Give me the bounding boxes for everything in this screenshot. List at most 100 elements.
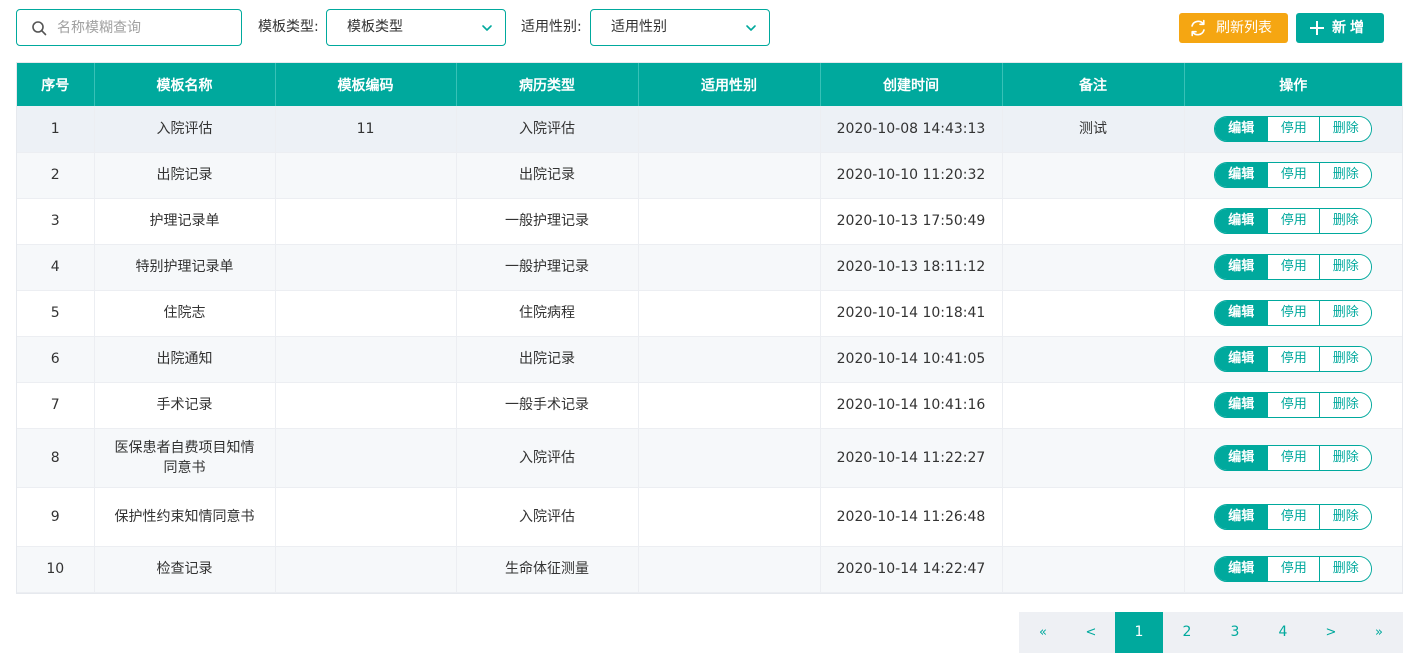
- cell-remark: [1002, 290, 1185, 337]
- cell-actions: 编辑 停用 删除: [1184, 546, 1402, 593]
- cell-code: [275, 382, 457, 429]
- cell-created: 2020-10-14 11:22:27: [820, 428, 1003, 488]
- pager-next[interactable]: >: [1307, 612, 1355, 653]
- cell-remark: 测试: [1002, 106, 1185, 153]
- row-action-group: 编辑 停用 删除: [1214, 254, 1373, 280]
- add-label: 新增: [1332, 20, 1368, 36]
- cell-no: 9: [17, 487, 95, 547]
- delete-button[interactable]: 删除: [1319, 557, 1372, 581]
- cell-actions: 编辑 停用 删除: [1184, 106, 1402, 153]
- cell-gender: [638, 382, 821, 429]
- delete-button[interactable]: 删除: [1319, 116, 1372, 141]
- pager-page-1[interactable]: 1: [1115, 612, 1163, 653]
- gender-value: 适用性别: [611, 19, 667, 35]
- pager-first[interactable]: «: [1019, 612, 1067, 653]
- header-remark: 备注: [1002, 63, 1185, 106]
- row-action-group: 编辑 停用 删除: [1214, 300, 1373, 326]
- disable-button[interactable]: 停用: [1267, 163, 1320, 187]
- cell-remark: [1002, 428, 1185, 488]
- cell-gender: [638, 244, 821, 291]
- row-action-group: 编辑 停用 删除: [1214, 208, 1373, 234]
- disable-button[interactable]: 停用: [1267, 209, 1320, 233]
- cell-code: [275, 428, 457, 488]
- delete-button[interactable]: 删除: [1319, 301, 1372, 325]
- row-action-group: 编辑 停用 删除: [1214, 162, 1373, 188]
- cell-created: 2020-10-14 10:41:16: [820, 382, 1003, 429]
- pager-prev[interactable]: <: [1067, 612, 1115, 653]
- edit-button[interactable]: 编辑: [1215, 504, 1268, 529]
- cell-gender: [638, 152, 821, 199]
- row-action-group: 编辑 停用 删除: [1214, 444, 1373, 471]
- pagination: « < 1 2 3 4 > »: [1019, 612, 1403, 653]
- cell-gender: [638, 428, 821, 488]
- edit-button[interactable]: 编辑: [1215, 393, 1268, 417]
- edit-button[interactable]: 编辑: [1215, 557, 1268, 581]
- delete-button[interactable]: 删除: [1319, 163, 1372, 187]
- edit-button[interactable]: 编辑: [1215, 209, 1268, 233]
- row-action-group: 编辑 停用 删除: [1214, 556, 1373, 582]
- disable-button[interactable]: 停用: [1267, 504, 1320, 529]
- cell-actions: 编辑 停用 删除: [1184, 152, 1402, 199]
- cell-type: 住院病程: [456, 290, 639, 337]
- gender-label: 适用性别:: [521, 19, 582, 35]
- cell-no: 10: [17, 546, 95, 593]
- refresh-list-label: 刷新列表: [1216, 20, 1272, 36]
- delete-button[interactable]: 删除: [1319, 504, 1372, 529]
- disable-button[interactable]: 停用: [1267, 301, 1320, 325]
- delete-button[interactable]: 删除: [1319, 393, 1372, 417]
- header-no: 序号: [17, 63, 95, 106]
- search-icon: [32, 21, 47, 36]
- chevron-down-icon: [746, 25, 756, 31]
- cell-type: 入院评估: [456, 487, 639, 547]
- disable-button[interactable]: 停用: [1267, 445, 1320, 470]
- cell-created: 2020-10-14 10:18:41: [820, 290, 1003, 337]
- cell-created: 2020-10-14 14:22:47: [820, 546, 1003, 593]
- cell-name: 入院评估: [94, 106, 276, 153]
- edit-button[interactable]: 编辑: [1215, 347, 1268, 371]
- template-type-label: 模板类型:: [258, 19, 319, 35]
- cell-gender: [638, 487, 821, 547]
- header-gender: 适用性别: [638, 63, 821, 106]
- disable-button[interactable]: 停用: [1267, 255, 1320, 279]
- delete-button[interactable]: 删除: [1319, 347, 1372, 371]
- table-header-row: 序号 模板名称 模板编码 病历类型 适用性别 创建时间 备注 操作: [17, 63, 1402, 106]
- table-row: 10 检查记录 生命体征测量 2020-10-14 14:22:47 编辑 停用 删除: [17, 546, 1402, 593]
- disable-button[interactable]: 停用: [1267, 347, 1320, 371]
- cell-gender: [638, 336, 821, 383]
- cell-gender: [638, 106, 821, 153]
- delete-button[interactable]: 删除: [1319, 445, 1372, 470]
- table-row: 4 特别护理记录单 一般护理记录 2020-10-13 18:11:12 编辑 停用 删除: [17, 244, 1402, 291]
- header-code: 模板编码: [275, 63, 457, 106]
- edit-button[interactable]: 编辑: [1215, 255, 1268, 279]
- table-row: 7 手术记录 一般手术记录 2020-10-14 10:41:16 编辑 停用 删除: [17, 382, 1402, 429]
- cell-code: 11: [275, 106, 457, 153]
- disable-button[interactable]: 停用: [1267, 557, 1320, 581]
- refresh-list-button[interactable]: 刷新列表: [1179, 13, 1288, 43]
- cell-code: [275, 198, 457, 245]
- pager-page-4[interactable]: 4: [1259, 612, 1307, 653]
- edit-button[interactable]: 编辑: [1215, 301, 1268, 325]
- add-button[interactable]: 新增: [1296, 13, 1384, 43]
- cell-no: 1: [17, 106, 95, 153]
- edit-button[interactable]: 编辑: [1215, 116, 1268, 141]
- edit-button[interactable]: 编辑: [1215, 445, 1268, 470]
- pager-page-2[interactable]: 2: [1163, 612, 1211, 653]
- table-row: 6 出院通知 出院记录 2020-10-14 10:41:05 编辑 停用 删除: [17, 336, 1402, 383]
- delete-button[interactable]: 删除: [1319, 209, 1372, 233]
- gender-select[interactable]: 适用性别: [590, 9, 770, 46]
- cell-type: 入院评估: [456, 106, 639, 153]
- row-action-group: 编辑 停用 删除: [1214, 503, 1373, 530]
- cell-actions: 编辑 停用 删除: [1184, 428, 1402, 488]
- edit-button[interactable]: 编辑: [1215, 163, 1268, 187]
- pager-last[interactable]: »: [1355, 612, 1403, 653]
- cell-no: 3: [17, 198, 95, 245]
- plus-icon: [1310, 21, 1324, 35]
- delete-button[interactable]: 删除: [1319, 255, 1372, 279]
- search-input[interactable]: [57, 16, 235, 40]
- disable-button[interactable]: 停用: [1267, 393, 1320, 417]
- search-box[interactable]: [16, 9, 242, 46]
- table-row: 8 医保患者自费项目知情同意书 入院评估 2020-10-14 11:22:27 编辑停…: [17, 428, 1402, 488]
- template-type-select[interactable]: 模板类型: [326, 9, 506, 46]
- disable-button[interactable]: 停用: [1267, 116, 1320, 141]
- pager-page-3[interactable]: 3: [1211, 612, 1259, 653]
